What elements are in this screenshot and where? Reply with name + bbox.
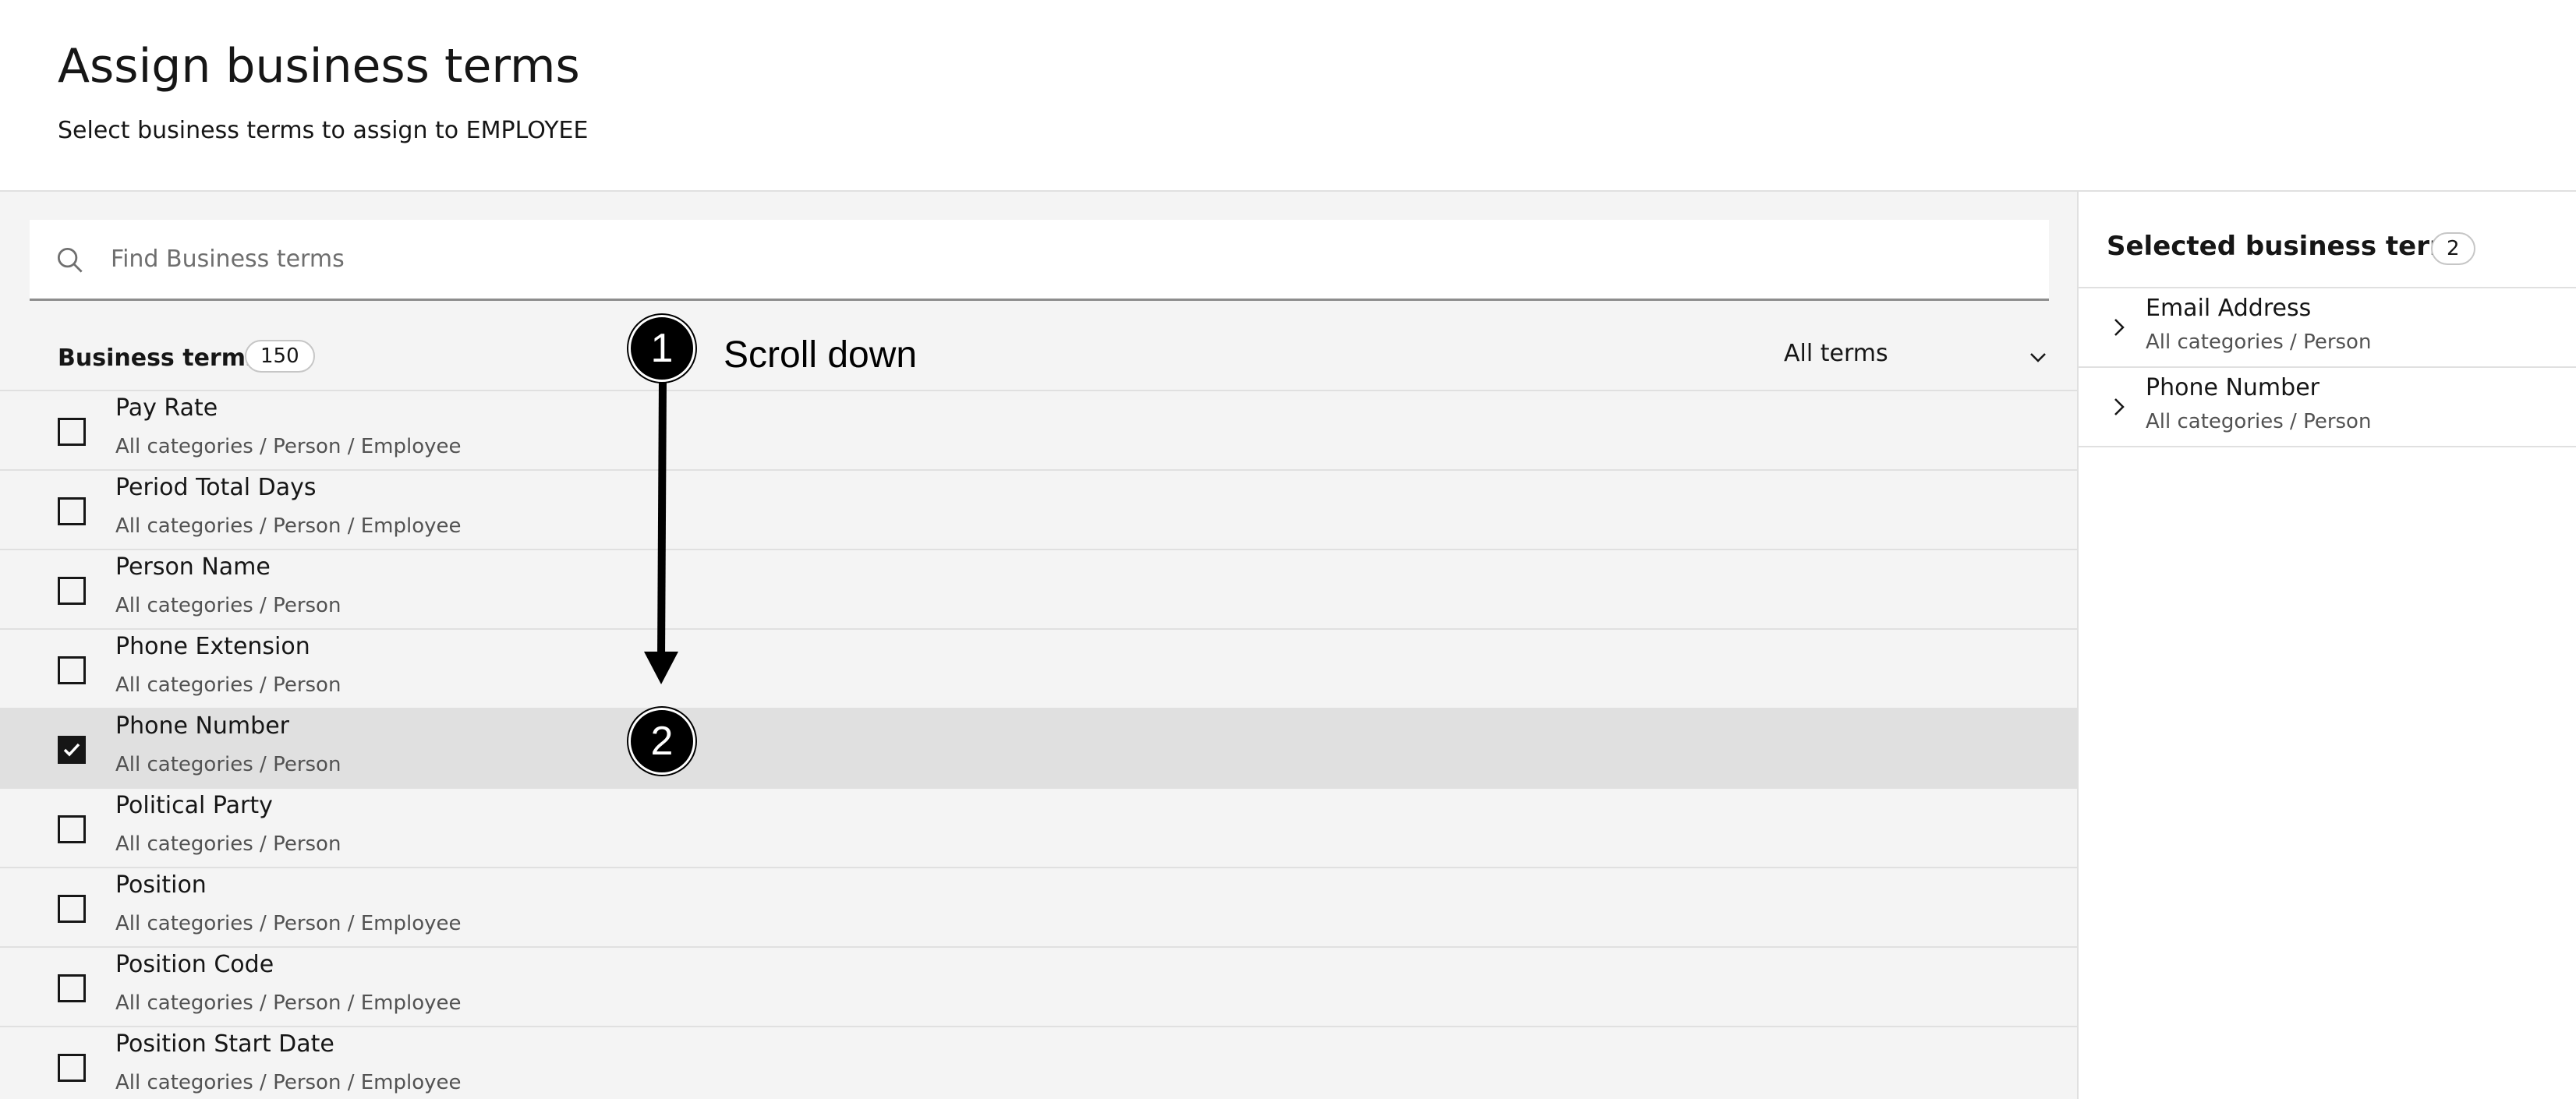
page-subtitle: Select business terms to assign to EMPLO…: [58, 117, 589, 144]
term-checkbox[interactable]: [58, 815, 86, 843]
chevron-down-icon: [2030, 353, 2046, 362]
selected-count-badge: 2: [2431, 232, 2475, 265]
list-item[interactable]: Pay Rate All categories / Person / Emplo…: [0, 391, 2077, 471]
page-title: Assign business terms: [58, 39, 580, 94]
chevron-right-icon[interactable]: [2110, 396, 2128, 418]
terms-list: Pay Rate All categories / Person / Emplo…: [0, 391, 2077, 1099]
search-box[interactable]: [30, 220, 2049, 301]
term-path: All categories / Person / Employee: [115, 991, 462, 1015]
term-checkbox[interactable]: [58, 1054, 86, 1082]
list-item[interactable]: Political Party All categories / Person: [0, 789, 2077, 868]
term-name: Pay Rate: [115, 394, 218, 422]
list-title: Business terms: [58, 345, 260, 372]
list-item-selected[interactable]: Phone Number All categories / Person: [0, 709, 2077, 789]
step-1-text: Scroll down: [724, 334, 918, 376]
chevron-right-icon[interactable]: [2110, 316, 2128, 338]
term-name: Position Start Date: [115, 1030, 334, 1058]
filter-label: All terms: [1784, 340, 1888, 367]
term-checkbox[interactable]: [58, 418, 86, 446]
term-path: All categories / Person: [115, 832, 341, 856]
scroll-arrow-annotation: [644, 379, 678, 684]
search-input[interactable]: [111, 220, 2013, 298]
term-name: Phone Number: [115, 712, 289, 740]
term-name: Phone Extension: [115, 633, 310, 660]
selected-terms-panel: Selected business terms 2 Email Address …: [2077, 192, 2576, 1099]
terms-count-badge: 150: [245, 340, 315, 373]
term-path: All categories / Person / Employee: [115, 1071, 462, 1094]
term-checkbox-checked[interactable]: [58, 736, 86, 764]
list-item[interactable]: Person Name All categories / Person: [0, 550, 2077, 630]
term-checkbox[interactable]: [58, 656, 86, 684]
selected-term-item[interactable]: Phone Number All categories / Person: [2079, 368, 2576, 447]
term-checkbox[interactable]: [58, 577, 86, 605]
term-name: Position: [115, 871, 207, 899]
terms-filter-dropdown[interactable]: All terms: [1784, 337, 2049, 377]
term-checkbox[interactable]: [58, 497, 86, 525]
selected-terms-list: Email Address All categories / Person Ph…: [2079, 288, 2576, 447]
term-checkbox[interactable]: [58, 895, 86, 923]
selected-term-name: Email Address: [2146, 295, 2312, 322]
term-path: All categories / Person / Employee: [115, 435, 462, 458]
selected-term-path: All categories / Person: [2146, 330, 2372, 354]
term-path: All categories / Person / Employee: [115, 912, 462, 935]
term-path: All categories / Person: [115, 753, 341, 776]
term-name: Political Party: [115, 792, 273, 819]
step-1-badge: 1: [628, 315, 695, 382]
selected-term-path: All categories / Person: [2146, 410, 2372, 433]
selected-term-name: Phone Number: [2146, 374, 2319, 401]
step-2-badge: 2: [628, 708, 695, 775]
term-path: All categories / Person: [115, 673, 341, 697]
term-checkbox[interactable]: [58, 974, 86, 1002]
search-icon: [57, 247, 83, 273]
term-name: Position Code: [115, 951, 274, 978]
list-item[interactable]: Position Start Date All categories / Per…: [0, 1027, 2077, 1099]
checkmark-icon: [63, 743, 80, 757]
list-item[interactable]: Position Code All categories / Person / …: [0, 948, 2077, 1027]
selected-term-item[interactable]: Email Address All categories / Person: [2079, 288, 2576, 368]
modal-header: Assign business terms Select business te…: [0, 0, 2576, 192]
term-name: Period Total Days: [115, 474, 317, 501]
selected-terms-title: Selected business terms: [2107, 231, 2473, 262]
list-item[interactable]: Phone Extension All categories / Person: [0, 630, 2077, 709]
term-path: All categories / Person: [115, 594, 341, 617]
list-item[interactable]: Period Total Days All categories / Perso…: [0, 471, 2077, 550]
term-path: All categories / Person / Employee: [115, 514, 462, 538]
list-item[interactable]: Position All categories / Person / Emplo…: [0, 868, 2077, 948]
term-name: Person Name: [115, 553, 271, 581]
